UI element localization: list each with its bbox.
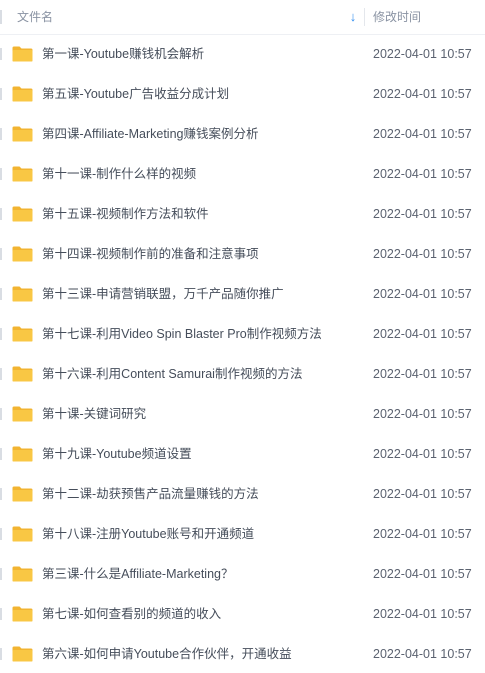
modified-time: 2022-04-01 10:57 <box>373 487 472 501</box>
file-name[interactable]: 第十四课-视频制作前的准备和注意事项 <box>42 246 259 262</box>
file-name[interactable]: 第六课-如何申请Youtube合作伙伴，开通收益 <box>42 646 292 662</box>
modified-time: 2022-04-01 10:57 <box>373 647 472 661</box>
folder-icon <box>12 366 33 382</box>
modified-time: 2022-04-01 10:57 <box>373 47 472 61</box>
list-item[interactable]: 第六课-如何申请Youtube合作伙伴，开通收益 2022-04-01 10:57 <box>0 634 485 673</box>
list-item[interactable]: 第十课-关键词研究 2022-04-01 10:57 <box>0 394 485 434</box>
list-item[interactable]: 第四课-Affiliate-Marketing赚钱案例分析 2022-04-01 … <box>0 114 485 154</box>
file-name[interactable]: 第四课-Affiliate-Marketing赚钱案例分析 <box>42 126 258 142</box>
file-name[interactable]: 第三课-什么是Affiliate-Marketing？ <box>42 566 233 582</box>
row-checkbox-edge[interactable] <box>0 568 2 580</box>
file-name[interactable]: 第五课-Youtube广告收益分成计划 <box>42 86 229 102</box>
folder-icon <box>12 286 33 302</box>
row-checkbox-edge[interactable] <box>0 48 2 60</box>
folder-icon <box>12 566 33 582</box>
folder-icon <box>12 206 33 222</box>
file-name[interactable]: 第一课-Youtube赚钱机会解析 <box>42 46 204 62</box>
list-item[interactable]: 第十八课-注册Youtube账号和开通频道 2022-04-01 10:57 <box>0 514 485 554</box>
folder-icon <box>12 86 33 102</box>
file-name[interactable]: 第十课-关键词研究 <box>42 406 146 422</box>
file-list-header: 文件名 ↓ 修改时间 <box>0 0 485 35</box>
column-divider[interactable] <box>364 8 365 26</box>
modified-time: 2022-04-01 10:57 <box>373 247 472 261</box>
modified-time: 2022-04-01 10:57 <box>373 567 472 581</box>
row-checkbox-edge[interactable] <box>0 448 2 460</box>
list-item[interactable]: 第十六课-利用Content Samurai制作视频的方法 2022-04-01 … <box>0 354 485 394</box>
file-name[interactable]: 第十一课-制作什么样的视频 <box>42 166 196 182</box>
list-item[interactable]: 第十二课-劫获预售产品流量赚钱的方法 2022-04-01 10:57 <box>0 474 485 514</box>
file-name[interactable]: 第十八课-注册Youtube账号和开通频道 <box>42 526 254 542</box>
folder-icon <box>12 646 33 662</box>
list-item[interactable]: 第十三课-申请营销联盟，万千产品随你推广 2022-04-01 10:57 <box>0 274 485 314</box>
file-name[interactable]: 第十九课-Youtube频道设置 <box>42 446 192 462</box>
list-item[interactable]: 第十四课-视频制作前的准备和注意事项 2022-04-01 10:57 <box>0 234 485 274</box>
modified-time: 2022-04-01 10:57 <box>373 287 472 301</box>
column-header-name-label: 文件名 <box>17 10 54 24</box>
row-checkbox-edge[interactable] <box>0 488 2 500</box>
file-name[interactable]: 第十三课-申请营销联盟，万千产品随你推广 <box>42 286 284 302</box>
folder-icon <box>12 126 33 142</box>
modified-time: 2022-04-01 10:57 <box>373 127 472 141</box>
list-item[interactable]: 第三课-什么是Affiliate-Marketing？ 2022-04-01 10… <box>0 554 485 594</box>
list-item[interactable]: 第十五课-视频制作方法和软件 2022-04-01 10:57 <box>0 194 485 234</box>
file-list: 第一课-Youtube赚钱机会解析 2022-04-01 10:57 第五课-You… <box>0 34 485 673</box>
column-divider <box>0 10 2 24</box>
modified-time: 2022-04-01 10:57 <box>373 207 472 221</box>
list-item[interactable]: 第十一课-制作什么样的视频 2022-04-01 10:57 <box>0 154 485 194</box>
folder-icon <box>12 606 33 622</box>
file-name[interactable]: 第七课-如何查看别的频道的收入 <box>42 606 221 622</box>
modified-time: 2022-04-01 10:57 <box>373 527 472 541</box>
row-checkbox-edge[interactable] <box>0 528 2 540</box>
list-item[interactable]: 第五课-Youtube广告收益分成计划 2022-04-01 10:57 <box>0 74 485 114</box>
file-name[interactable]: 第十二课-劫获预售产品流量赚钱的方法 <box>42 486 259 502</box>
modified-time: 2022-04-01 10:57 <box>373 167 472 181</box>
file-list-window: 文件名 ↓ 修改时间 第一课-Youtube赚钱机会解析 2022-04-01 1… <box>0 0 485 673</box>
folder-icon <box>12 166 33 182</box>
list-item[interactable]: 第十九课-Youtube频道设置 2022-04-01 10:57 <box>0 434 485 474</box>
modified-time: 2022-04-01 10:57 <box>373 407 472 421</box>
row-checkbox-edge[interactable] <box>0 408 2 420</box>
modified-time: 2022-04-01 10:57 <box>373 447 472 461</box>
row-checkbox-edge[interactable] <box>0 368 2 380</box>
row-checkbox-edge[interactable] <box>0 168 2 180</box>
folder-icon <box>12 326 33 342</box>
folder-icon <box>12 246 33 262</box>
folder-icon <box>12 406 33 422</box>
row-checkbox-edge[interactable] <box>0 648 2 660</box>
row-checkbox-edge[interactable] <box>0 88 2 100</box>
file-name[interactable]: 第十六课-利用Content Samurai制作视频的方法 <box>42 366 302 382</box>
folder-icon <box>12 46 33 62</box>
column-header-name[interactable]: 文件名 ↓ <box>0 0 364 34</box>
row-checkbox-edge[interactable] <box>0 608 2 620</box>
folder-icon <box>12 446 33 462</box>
modified-time: 2022-04-01 10:57 <box>373 327 472 341</box>
folder-icon <box>12 526 33 542</box>
modified-time: 2022-04-01 10:57 <box>373 367 472 381</box>
row-checkbox-edge[interactable] <box>0 328 2 340</box>
list-item[interactable]: 第十七课-利用Video Spin Blaster Pro制作视频方法 2022-… <box>0 314 485 354</box>
list-item[interactable]: 第一课-Youtube赚钱机会解析 2022-04-01 10:57 <box>0 34 485 74</box>
column-header-modified-time[interactable]: 修改时间 <box>373 10 421 24</box>
row-checkbox-edge[interactable] <box>0 208 2 220</box>
list-item[interactable]: 第七课-如何查看别的频道的收入 2022-04-01 10:57 <box>0 594 485 634</box>
folder-icon <box>12 486 33 502</box>
sort-descending-icon[interactable]: ↓ <box>347 10 359 24</box>
modified-time: 2022-04-01 10:57 <box>373 87 472 101</box>
file-name[interactable]: 第十五课-视频制作方法和软件 <box>42 206 209 222</box>
row-checkbox-edge[interactable] <box>0 288 2 300</box>
row-checkbox-edge[interactable] <box>0 128 2 140</box>
file-name[interactable]: 第十七课-利用Video Spin Blaster Pro制作视频方法 <box>42 326 322 342</box>
modified-time: 2022-04-01 10:57 <box>373 607 472 621</box>
row-checkbox-edge[interactable] <box>0 248 2 260</box>
